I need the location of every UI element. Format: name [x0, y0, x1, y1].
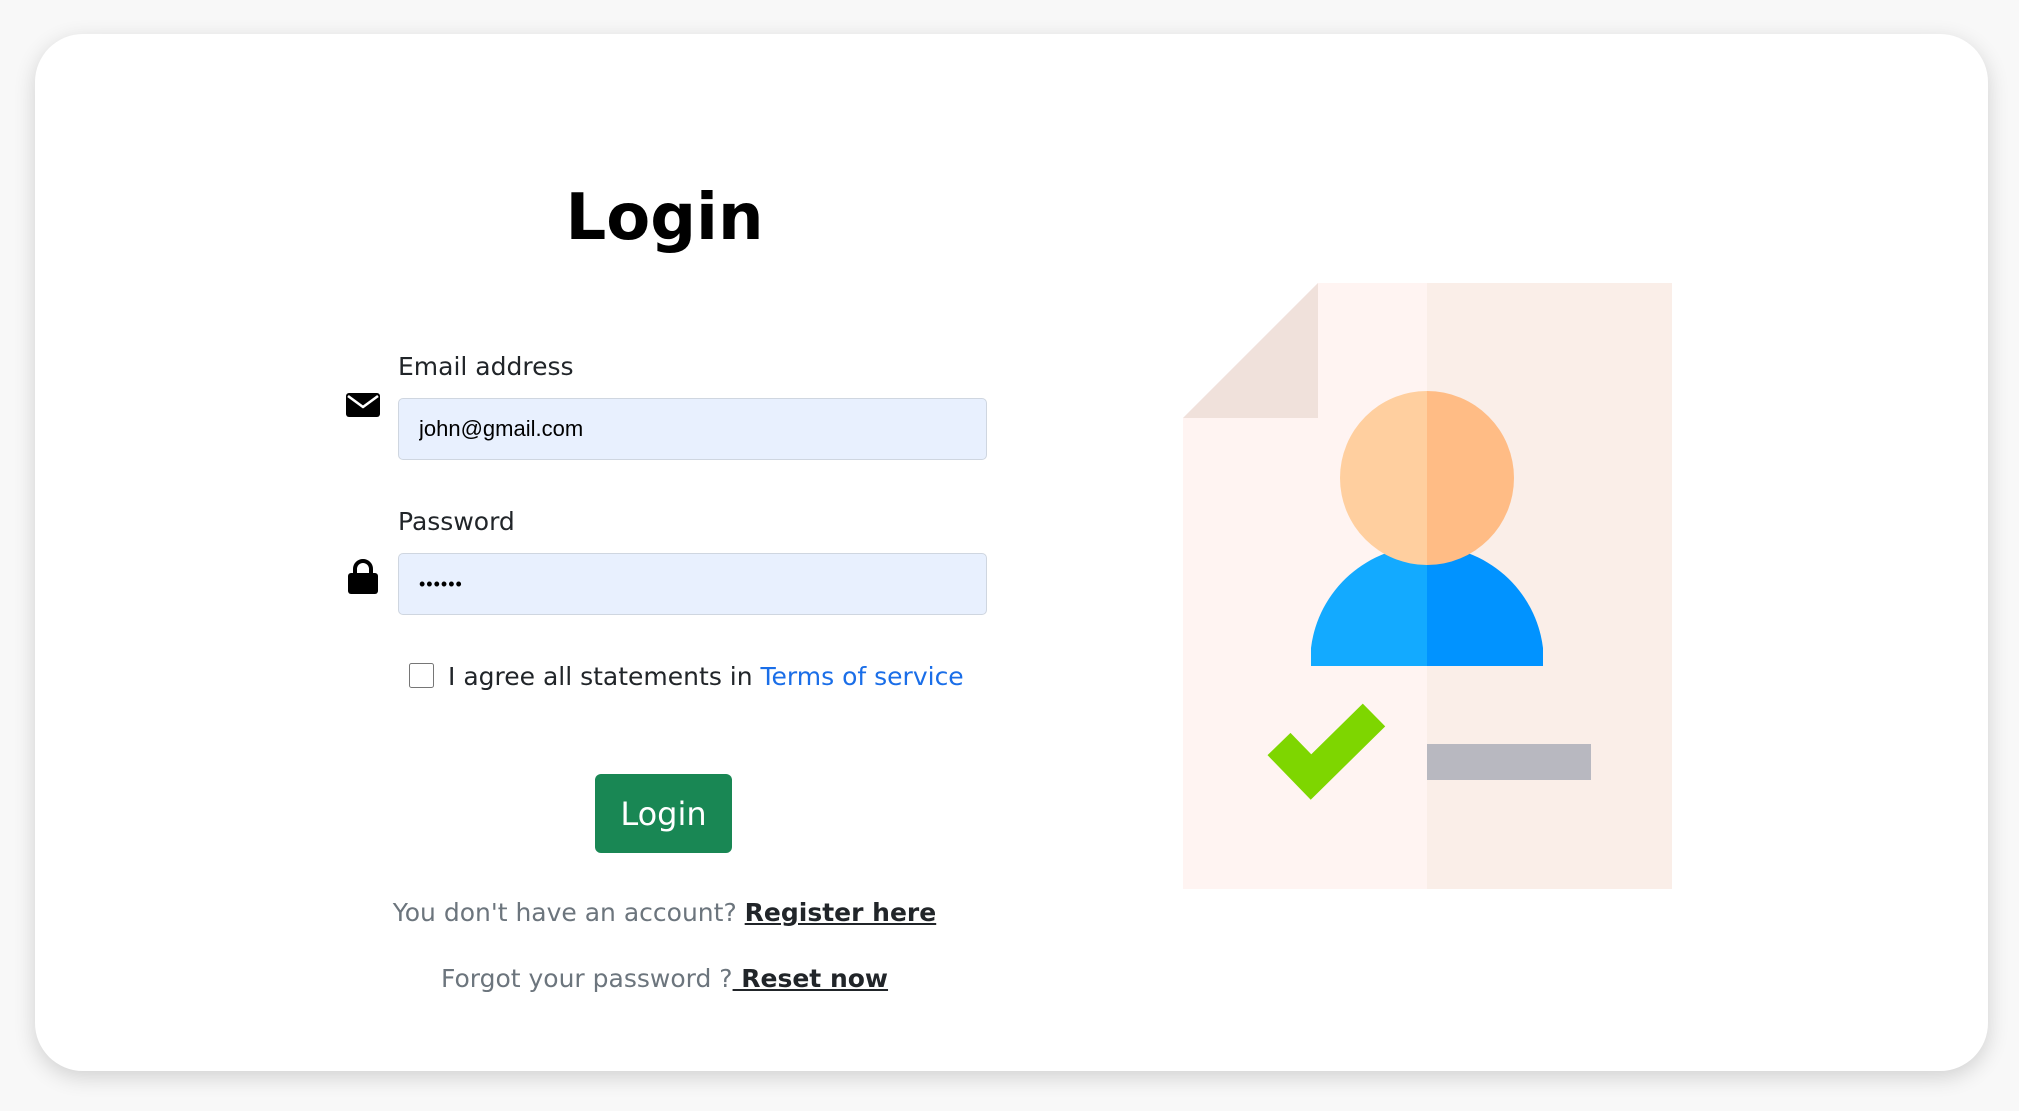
email-input[interactable]: [398, 398, 987, 460]
reset-prompt: Forgot your password ?: [440, 964, 733, 993]
email-label: Email address: [398, 352, 574, 381]
reset-link[interactable]: Reset now: [733, 964, 888, 993]
terms-text: I agree all statements in: [448, 662, 761, 691]
page-title: Login: [565, 181, 764, 255]
user-document-approved-icon: [1183, 283, 1672, 889]
register-line: You don't have an account? Register here: [35, 899, 1294, 927]
password-label: Password: [398, 507, 515, 536]
login-button[interactable]: Login: [595, 774, 732, 853]
lock-icon: [348, 559, 378, 594]
terms-of-service-link[interactable]: Terms of service: [761, 662, 964, 691]
terms-statement: I agree all statements in Terms of servi…: [448, 663, 964, 691]
login-card: Login Email address Password I agree all…: [35, 34, 1988, 1071]
register-prompt: You don't have an account?: [392, 898, 745, 927]
terms-checkbox[interactable]: [409, 663, 434, 688]
register-link[interactable]: Register here: [745, 898, 937, 927]
password-input[interactable]: [398, 553, 987, 615]
envelope-icon: [346, 393, 380, 417]
reset-line: Forgot your password ? Reset now: [35, 965, 1294, 993]
